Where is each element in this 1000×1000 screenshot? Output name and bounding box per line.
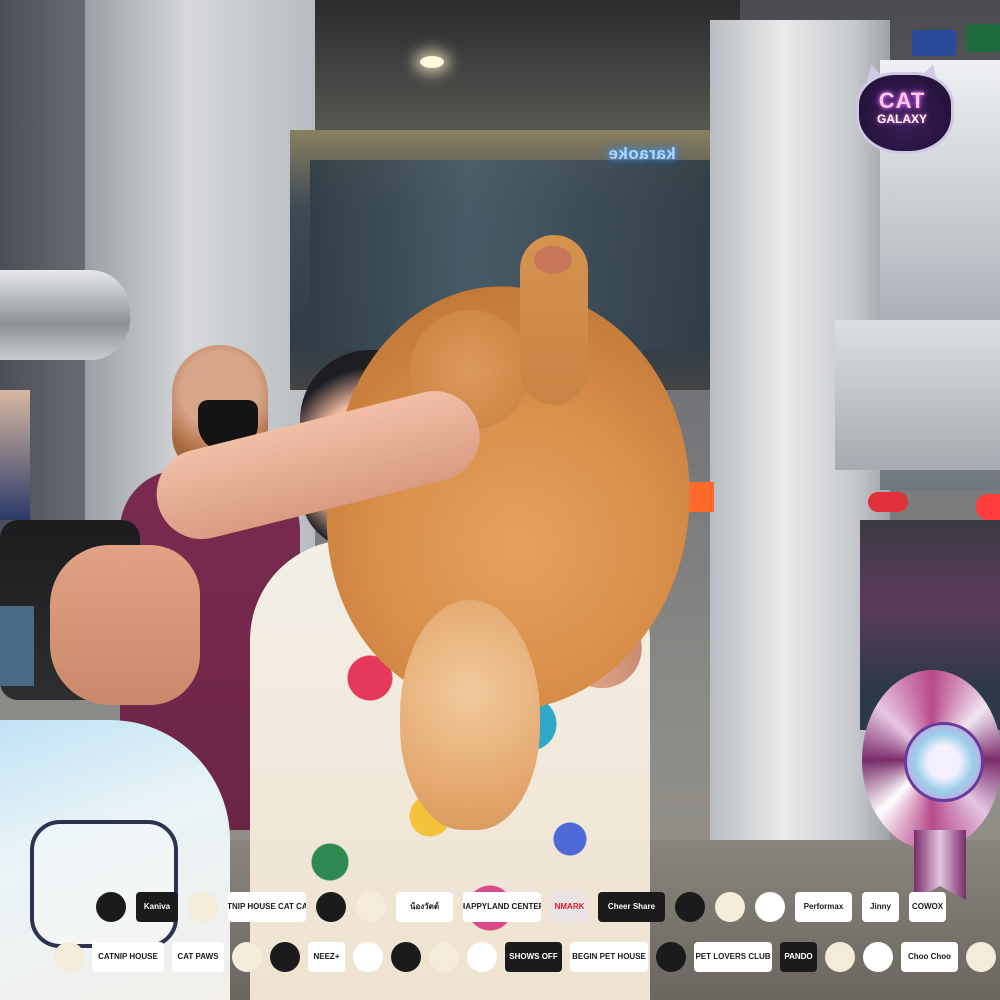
logo-badge-icon xyxy=(656,942,686,972)
sponsor-logo: Jinny xyxy=(862,892,899,922)
sponsor-logo: CAT PAWS xyxy=(172,942,224,972)
ceiling-light xyxy=(420,56,444,68)
logo-badge-icon xyxy=(825,942,855,972)
photo-scene: karaoke CAT GALAXY Kaniva CATNIP HOUSE CA… xyxy=(0,0,1000,1000)
sponsor-logo-bar: Kaniva CATNIP HOUSE CAT CAFE น้องวัตต์ HAPP… xyxy=(40,888,996,988)
sponsor-logo: COWOX xyxy=(909,892,946,922)
shop-sign xyxy=(868,492,908,512)
logo-badge-icon xyxy=(188,892,218,922)
cat-tail xyxy=(400,600,540,830)
sponsor-logo: น้องวัตต์ xyxy=(396,892,453,922)
logo-badge-icon xyxy=(353,942,383,972)
ceiling xyxy=(300,0,740,140)
direction-sign xyxy=(912,30,956,56)
photographer-hand xyxy=(50,545,200,705)
shop-sign xyxy=(976,494,1000,520)
sponsor-logo: PANDO xyxy=(780,942,817,972)
logo-badge-icon xyxy=(755,892,785,922)
sponsor-logo: CATNIP HOUSE xyxy=(92,942,164,972)
sponsor-logo: Cheer Share xyxy=(598,892,665,922)
sponsor-logo: SHOWS OFF xyxy=(505,942,562,972)
logo-badge-icon xyxy=(715,892,745,922)
sponsor-logo: Performax xyxy=(795,892,852,922)
logo-badge-icon xyxy=(54,942,84,972)
logo-badge-icon xyxy=(356,892,386,922)
sponsor-logo: HAPPYLAND CENTER xyxy=(463,892,541,922)
paw-pad-icon xyxy=(534,246,572,274)
event-logo: CAT GALAXY xyxy=(852,61,954,154)
logo-subtitle: GALAXY xyxy=(876,112,927,126)
sponsor-logo: BEGIN PET HOUSE xyxy=(570,942,648,972)
sponsor-logo: Kaniva xyxy=(136,892,178,922)
logo-badge-icon xyxy=(966,942,996,972)
sponsor-row-2: CATNIP HOUSE CAT PAWS NEEZ+ SHOWS OFF BEGIN … xyxy=(40,942,996,982)
logo-badge-icon xyxy=(467,942,497,972)
award-rosette xyxy=(862,670,1000,900)
sponsor-logo: PET LOVERS CLUB xyxy=(694,942,772,972)
shop-awning xyxy=(835,320,1000,470)
sponsor-logo: NMARK xyxy=(551,892,588,922)
rosette-center xyxy=(904,722,984,802)
logo-title: CAT xyxy=(878,88,926,113)
logo-badge-icon xyxy=(391,942,421,972)
logo-badge-icon xyxy=(96,892,126,922)
bystander-left xyxy=(0,390,30,520)
camera-screen xyxy=(0,606,34,686)
sponsor-logo: CATNIP HOUSE CAT CAFE xyxy=(228,892,306,922)
logo-badge-icon xyxy=(429,942,459,972)
exit-sign xyxy=(966,24,1000,52)
sponsor-logo: Choo Choo xyxy=(901,942,958,972)
sponsor-logo: NEEZ+ xyxy=(308,942,345,972)
logo-badge-icon xyxy=(316,892,346,922)
logo-badge-icon xyxy=(232,942,262,972)
sponsor-row-1: Kaniva CATNIP HOUSE CAT CAFE น้องวัตต์ HAPP… xyxy=(40,892,990,932)
karaoke-sign: karaoke xyxy=(608,144,676,163)
logo-badge-icon xyxy=(863,942,893,972)
logo-badge-icon xyxy=(270,942,300,972)
logo-badge-icon xyxy=(675,892,705,922)
escalator-rail xyxy=(0,270,130,360)
